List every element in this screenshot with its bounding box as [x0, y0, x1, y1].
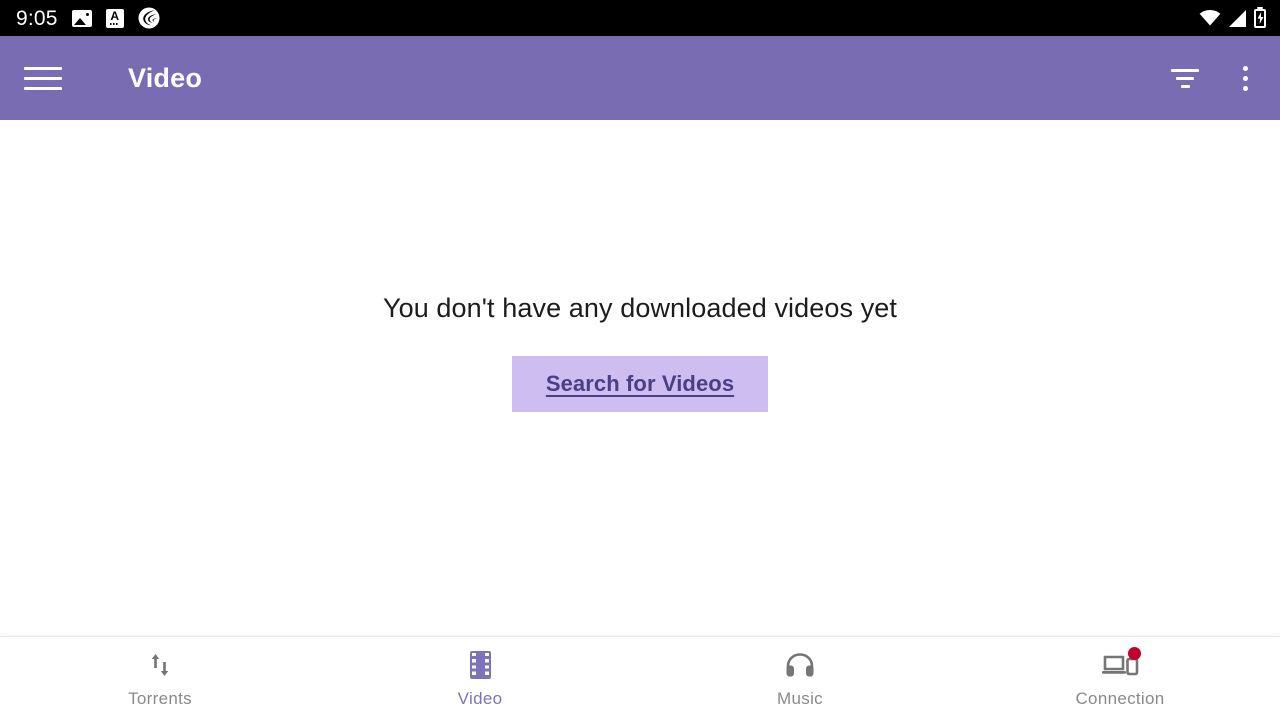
- filter-sort-icon[interactable]: [1168, 65, 1202, 91]
- overflow-dot: [1242, 65, 1248, 71]
- hamburger-line: [24, 76, 62, 80]
- empty-state-message: You don't have any downloaded videos yet: [382, 292, 898, 323]
- film-strip-icon: [460, 650, 500, 680]
- status-bar-right: [1199, 8, 1266, 28]
- hamburger-line: [24, 86, 62, 90]
- filter-line: [1176, 76, 1194, 80]
- devices-cast-icon: [1100, 647, 1141, 680]
- text-file-icon-letter: A: [110, 9, 120, 23]
- filter-line: [1180, 84, 1190, 88]
- hamburger-line: [24, 66, 62, 70]
- status-clock: 9:05: [16, 6, 58, 30]
- nav-item-torrents[interactable]: Torrents: [0, 637, 320, 720]
- bottom-navigation-bar: Torrents Video Music Connection: [0, 636, 1280, 720]
- text-file-icon: A: [105, 8, 124, 28]
- overflow-menu-icon[interactable]: [1232, 63, 1258, 93]
- nav-item-connection[interactable]: Connection: [960, 637, 1280, 720]
- photo-icon: [71, 9, 92, 27]
- connection-notification-badge: [1128, 647, 1141, 660]
- headphones-icon: [780, 650, 820, 680]
- status-bar-left: 9:05 A: [16, 7, 160, 29]
- page-title: Video: [128, 62, 203, 93]
- nav-label-music: Music: [777, 689, 823, 708]
- app-root: 9:05 A Video You don't have any download…: [0, 0, 1280, 720]
- empty-state-content: You don't have any downloaded videos yet…: [0, 120, 1280, 636]
- nav-item-video[interactable]: Video: [320, 637, 640, 720]
- overflow-dot: [1242, 85, 1248, 91]
- bittorrent-icon: [138, 7, 160, 29]
- wifi-icon: [1199, 10, 1221, 26]
- nav-label-connection: Connection: [1075, 689, 1165, 708]
- hamburger-menu-icon[interactable]: [24, 63, 62, 93]
- search-for-videos-button[interactable]: Search for Videos: [511, 356, 769, 413]
- film-strip-shape: [469, 651, 491, 679]
- nav-label-torrents: Torrents: [128, 689, 192, 708]
- status-bar: 9:05 A: [0, 0, 1280, 36]
- app-bar: Video: [0, 36, 1280, 120]
- overflow-dot: [1242, 75, 1248, 81]
- filter-line: [1171, 68, 1199, 72]
- cell-signal-icon: [1229, 9, 1246, 27]
- battery-charging-icon: [1254, 8, 1266, 28]
- nav-item-music[interactable]: Music: [640, 637, 960, 720]
- app-bar-actions: [1168, 63, 1258, 93]
- nav-label-video: Video: [457, 689, 503, 708]
- transfer-arrows-icon: [140, 650, 180, 680]
